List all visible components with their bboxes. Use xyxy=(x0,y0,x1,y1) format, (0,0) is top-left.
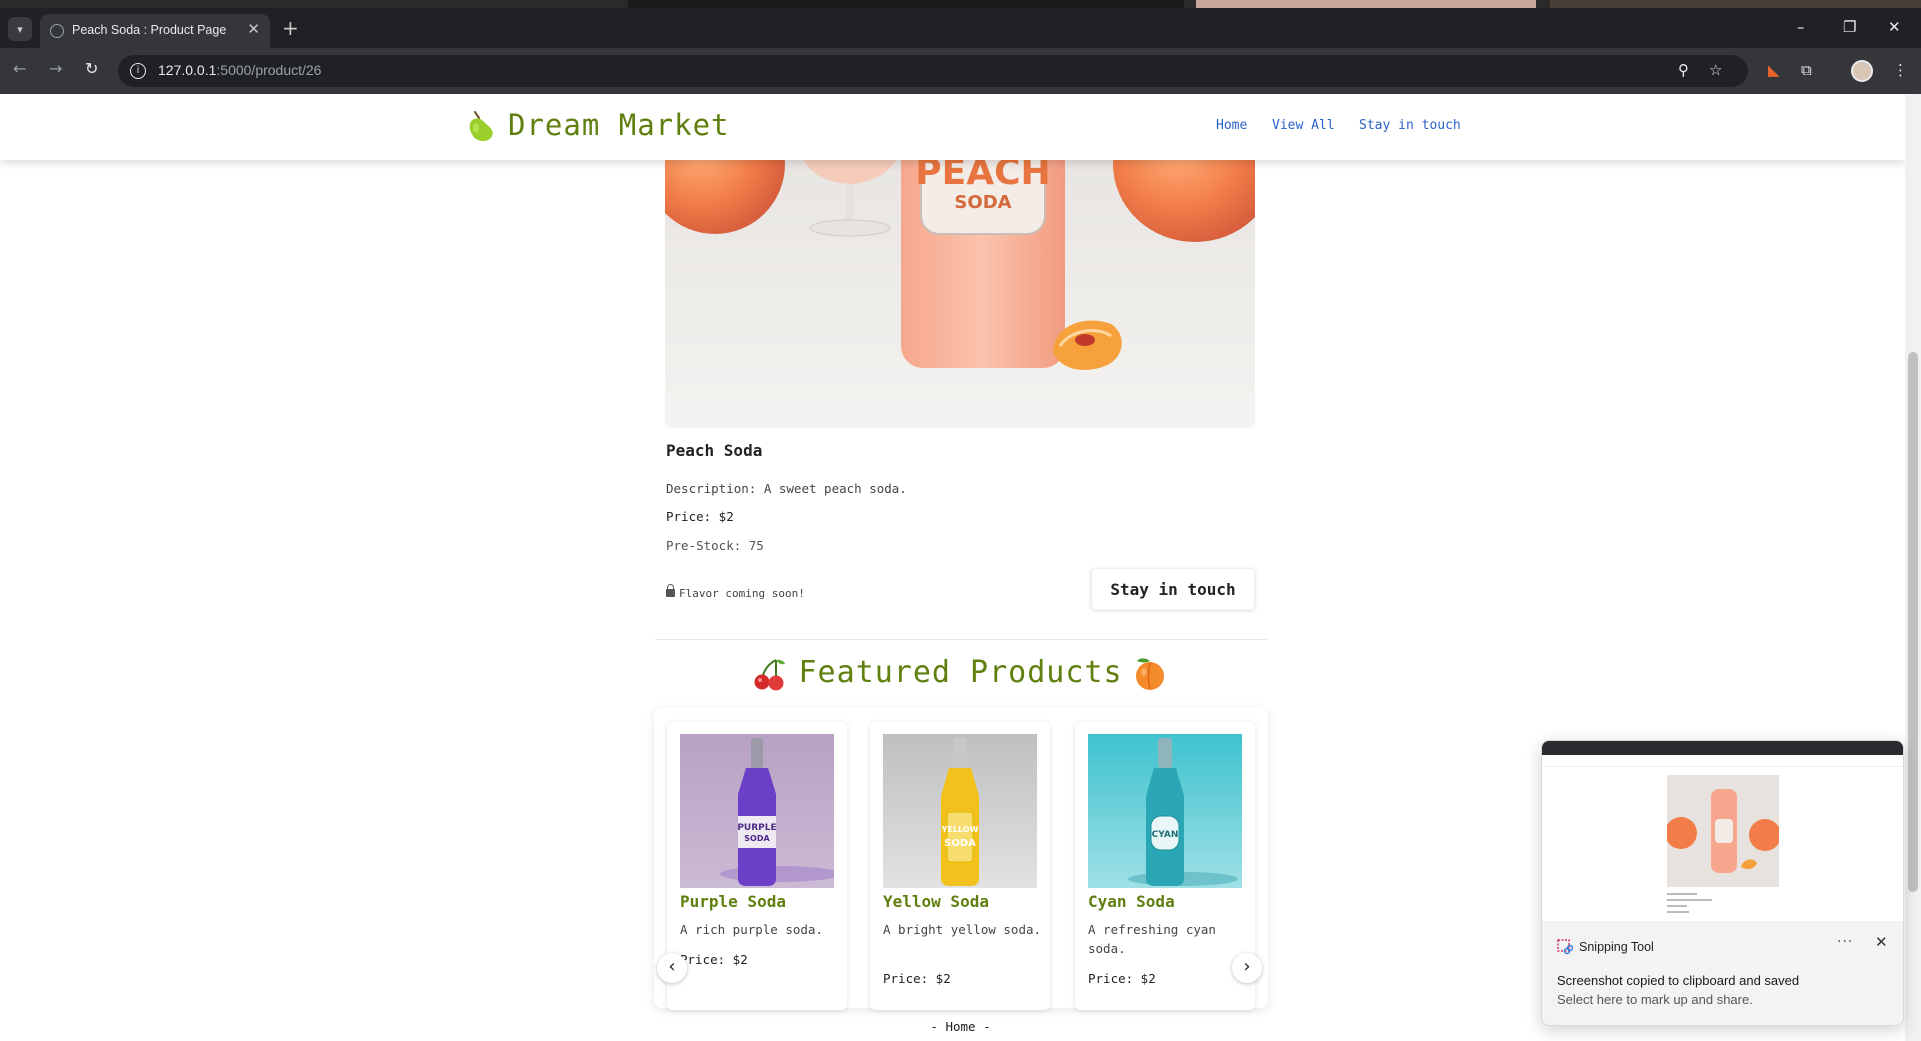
nav-home[interactable]: Home xyxy=(1216,118,1247,133)
url-path: :5000/product/26 xyxy=(216,62,322,78)
coming-soon-notice: Flavor coming soon! xyxy=(666,584,805,600)
close-icon[interactable]: ✕ xyxy=(1875,933,1888,951)
stay-in-touch-button[interactable]: Stay in touch xyxy=(1091,568,1255,610)
product-pre-stock: Pre-Stock: 75 xyxy=(666,538,764,553)
minimize-button[interactable]: – xyxy=(1797,18,1805,36)
cyan-soda-image: CYAN xyxy=(1088,734,1242,888)
pear-logo-icon xyxy=(469,111,493,142)
notification-app-name: Snipping Tool xyxy=(1579,940,1654,954)
product-card-price: Price: $2 xyxy=(883,971,951,986)
globe-icon xyxy=(50,24,64,38)
coming-soon-text: Flavor coming soon! xyxy=(679,587,805,600)
profile-avatar[interactable] xyxy=(1851,60,1873,82)
cyan-label-top: CYAN xyxy=(1152,830,1179,840)
purple-label-top: PURPLE xyxy=(737,823,776,833)
tab-bar: ▾ Peach Soda : Product Page ✕ + – ❐ ✕ xyxy=(0,8,1921,48)
browser-toolbar: ← → ↻ i 127.0.0.1:5000/product/26 ⚲ ☆ ◣ … xyxy=(0,48,1921,94)
address-bar[interactable]: i 127.0.0.1:5000/product/26 ⚲ ☆ xyxy=(118,55,1748,87)
product-card-description: A refreshing cyan soda. xyxy=(1088,922,1216,956)
lock-icon xyxy=(666,584,675,597)
yellow-soda-image: YELLOW SODA xyxy=(883,734,1037,888)
peach-icon xyxy=(1136,658,1164,690)
featured-carousel: PURPLE SODA Purple Soda A rich purple so… xyxy=(654,708,1268,1010)
site-info-icon[interactable]: i xyxy=(130,63,146,79)
close-tab-icon[interactable]: ✕ xyxy=(247,20,260,38)
product-card[interactable]: CYAN Cyan Soda A refreshing cyan soda. P… xyxy=(1075,722,1255,1010)
preview-text-line xyxy=(1667,905,1687,907)
scrollbar-thumb[interactable] xyxy=(1908,352,1918,892)
preview-text-line xyxy=(1667,893,1697,895)
thumbnail xyxy=(628,0,1184,8)
hero-label-bottom: SODA xyxy=(954,192,1011,213)
thumbnail xyxy=(1196,0,1536,8)
preview-text-line xyxy=(1667,899,1712,901)
yellow-label-bottom: SODA xyxy=(944,838,976,849)
product-card[interactable]: PURPLE SODA Purple Soda A rich purple so… xyxy=(667,722,847,1010)
product-card-price: Price: $2 xyxy=(680,952,748,967)
product-title: Peach Soda xyxy=(666,441,763,460)
url-host: 127.0.0.1 xyxy=(158,62,217,78)
close-window-button[interactable]: ✕ xyxy=(1888,18,1901,36)
screenshot-preview[interactable] xyxy=(1542,741,1903,921)
site-header: Dream Market Home View All Stay in touch xyxy=(0,94,1905,160)
preview-text-line xyxy=(1667,911,1689,913)
preview-header xyxy=(1542,755,1903,767)
product-card-name[interactable]: Yellow Soda xyxy=(883,892,989,911)
back-button[interactable]: ← xyxy=(13,59,26,78)
restore-button[interactable]: ❐ xyxy=(1843,18,1856,36)
preview-browser-bar xyxy=(1542,741,1903,755)
peach-soda-photo: PEACH SODA xyxy=(665,134,1255,370)
notification-message: Screenshot copied to clipboard and saved xyxy=(1557,973,1800,988)
notification-subtext: Select here to mark up and share. xyxy=(1557,992,1753,1007)
carousel-prev-button[interactable]: ‹ xyxy=(657,953,687,983)
yellow-label-top: YELLOW xyxy=(941,825,979,834)
menu-icon[interactable]: ⋮ xyxy=(1893,61,1908,79)
product-description: Description: A sweet peach soda. xyxy=(666,481,907,496)
page-scrollbar[interactable] xyxy=(1905,94,1921,1041)
product-card-description: A bright yellow soda. xyxy=(883,922,1042,937)
product-card-name[interactable]: Purple Soda xyxy=(680,892,786,911)
brand-name[interactable]: Dream Market xyxy=(508,108,730,142)
preview-product-image xyxy=(1665,775,1781,887)
tab-title: Peach Soda : Product Page xyxy=(72,23,227,37)
more-options-icon[interactable]: ··· xyxy=(1837,934,1853,950)
product-price: Price: $2 xyxy=(666,509,734,524)
zoom-icon[interactable]: ⚲ xyxy=(1678,61,1689,79)
snipping-tool-icon xyxy=(1557,939,1573,955)
nav-stay-in-touch[interactable]: Stay in touch xyxy=(1359,118,1461,133)
chevron-down-icon: ▾ xyxy=(17,22,23,36)
thumbnail xyxy=(1550,0,1921,8)
product-card[interactable]: YELLOW SODA Yellow Soda A bright yellow … xyxy=(870,722,1050,1010)
section-divider xyxy=(655,639,1267,640)
new-tab-button[interactable]: + xyxy=(282,16,299,40)
product-card-price: Price: $2 xyxy=(1088,971,1156,986)
featured-products-title: Featured Products xyxy=(798,655,1123,690)
extension-icon[interactable]: ◣ xyxy=(1768,61,1780,79)
purple-soda-image: PURPLE SODA xyxy=(680,734,834,888)
puzzle-icon[interactable]: ⧉ xyxy=(1801,61,1812,79)
product-card-description: A rich purple soda. xyxy=(680,922,823,937)
nav-view-all[interactable]: View All xyxy=(1272,118,1335,133)
purple-label-bottom: SODA xyxy=(744,834,770,843)
bookmark-star-icon[interactable]: ☆ xyxy=(1709,61,1722,79)
product-image: PEACH SODA xyxy=(665,134,1255,428)
reload-button[interactable]: ↻ xyxy=(85,59,98,78)
tab-list-button[interactable]: ▾ xyxy=(8,17,32,41)
carousel-next-button[interactable]: › xyxy=(1232,953,1262,983)
snipping-tool-notification[interactable]: Snipping Tool ··· ✕ Screenshot copied to… xyxy=(1541,740,1904,1026)
product-card-name[interactable]: Cyan Soda xyxy=(1088,892,1175,911)
browser-tab[interactable]: Peach Soda : Product Page ✕ xyxy=(40,14,270,48)
url-text: 127.0.0.1:5000/product/26 xyxy=(158,62,321,78)
forward-button[interactable]: → xyxy=(49,59,62,78)
window-thumbnail-strip xyxy=(0,0,1921,8)
